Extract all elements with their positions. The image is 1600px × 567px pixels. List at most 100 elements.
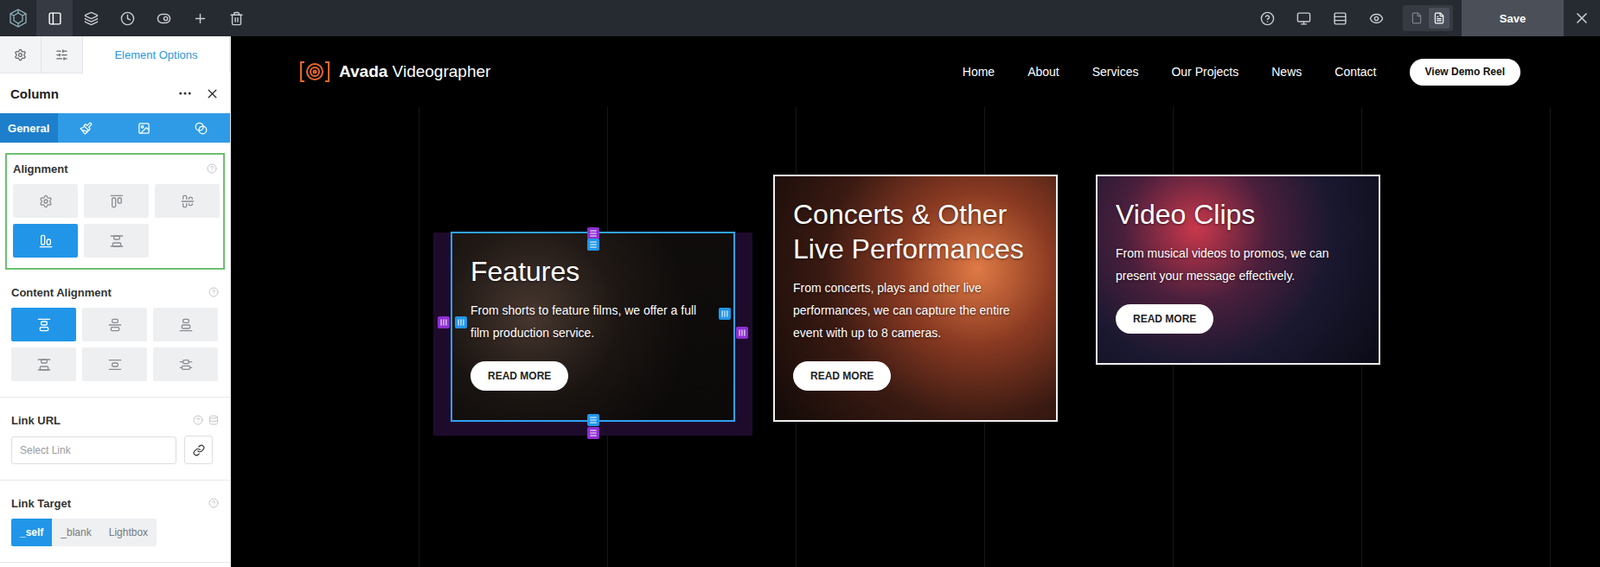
label-row: Link URL (11, 413, 219, 428)
card-text: From shorts to feature films, we offer a… (470, 299, 715, 345)
handle-icon (439, 318, 448, 327)
space-around-icon (108, 358, 122, 372)
link-icon (192, 444, 205, 457)
close-builder-button[interactable] (1563, 0, 1600, 37)
column-handle[interactable] (587, 227, 600, 240)
option-subtab[interactable] (172, 113, 231, 143)
nav-item[interactable]: Home (962, 64, 995, 79)
content-alignment-options (11, 307, 219, 382)
content-alignment-label: Content Alignment (11, 286, 112, 300)
card-text: From musical videos to promos, we can pr… (1115, 242, 1360, 288)
history-icon (120, 11, 135, 26)
link-target-option[interactable]: Lightbox (100, 518, 157, 547)
alignment-option[interactable] (154, 184, 220, 218)
help-icon[interactable] (208, 498, 219, 509)
help-icon[interactable] (192, 415, 204, 426)
auto-icon (38, 194, 53, 209)
label-row: Alignment (12, 161, 218, 176)
column-resize-handle[interactable] (437, 316, 450, 329)
card-title: Features (470, 254, 715, 289)
builder-logo-icon (7, 7, 29, 29)
save-button[interactable]: Save (1461, 0, 1564, 37)
sidebar-tab[interactable]: Element Options (83, 36, 231, 74)
link-target-option[interactable]: _self (11, 518, 52, 547)
handle-icon (588, 229, 598, 238)
read-more-button[interactable]: READ MORE (793, 361, 891, 391)
read-more-button[interactable]: READ MORE (470, 361, 569, 391)
container-resize-handle[interactable] (718, 307, 731, 320)
card-column[interactable]: Concerts & Other Live PerformancesFrom c… (773, 174, 1058, 423)
option-subtab[interactable]: General (0, 113, 58, 143)
option-subtab[interactable] (57, 113, 116, 143)
content-alignment-section: Content Alignment (0, 269, 231, 398)
rows-button[interactable] (1321, 0, 1358, 37)
nav-item[interactable]: About (1027, 64, 1060, 79)
more-button[interactable] (177, 85, 193, 102)
preview-icon (1369, 11, 1384, 26)
builder-logo[interactable] (0, 0, 37, 37)
alignment-option[interactable] (83, 184, 149, 218)
content-alignment-option[interactable] (153, 307, 218, 342)
handle-icon (588, 428, 598, 438)
alignment-option[interactable] (12, 224, 78, 258)
site-logo[interactable]: Avada Videographer (299, 60, 491, 84)
more-icon (177, 85, 193, 102)
history-button[interactable] (108, 0, 146, 37)
nav-item[interactable]: Services (1092, 64, 1140, 79)
site-nav: Home About Services Our Projects News Contact… (962, 58, 1521, 86)
service-card[interactable]: Features From shorts to feature films, we… (450, 231, 736, 423)
link-url-label: Link URL (11, 414, 61, 428)
read-more-button[interactable]: READ MORE (1115, 304, 1214, 334)
sidebar-tab[interactable] (0, 36, 42, 74)
page-mode-group (1402, 5, 1453, 32)
card-column[interactable]: Video ClipsFrom musical videos to promos… (1095, 174, 1381, 365)
help-button[interactable] (1248, 0, 1286, 37)
sidebar-tab[interactable] (41, 36, 84, 74)
handle-icon (737, 328, 747, 338)
content-alignment-option[interactable] (82, 347, 148, 382)
close-panel-button[interactable] (204, 86, 220, 102)
alignment-option[interactable] (12, 184, 78, 218)
service-card[interactable]: Concerts & Other Live PerformancesFrom c… (773, 174, 1058, 423)
content-alignment-option[interactable] (82, 307, 148, 342)
label-icons (208, 287, 219, 298)
design-icon (79, 121, 93, 135)
container-handle[interactable] (587, 414, 600, 427)
card-column[interactable]: Features From shorts to feature films, we… (450, 231, 736, 423)
preview-button[interactable] (1357, 0, 1395, 37)
help-icon[interactable] (208, 287, 219, 298)
desktop-button[interactable] (1285, 0, 1322, 37)
nav-item[interactable]: Our Projects (1171, 64, 1239, 79)
delete-button[interactable] (217, 0, 255, 37)
container-resize-handle[interactable] (454, 316, 468, 329)
dynamic-data-icon[interactable] (208, 415, 219, 426)
blank-page-icon (1410, 12, 1423, 25)
column-resize-handle[interactable] (736, 326, 749, 340)
content-alignment-option[interactable] (11, 307, 77, 342)
content-alignment-option[interactable] (11, 347, 77, 382)
demo-reel-button[interactable]: View Demo Reel (1409, 58, 1521, 86)
card-text: From concerts, plays and other live perf… (793, 276, 1037, 345)
container-handle[interactable] (587, 238, 600, 251)
nav-item[interactable]: Contact (1334, 64, 1376, 79)
option-subtab[interactable] (115, 113, 173, 143)
select-link-button[interactable] (184, 435, 213, 465)
link-target-option[interactable]: _blank (51, 518, 100, 547)
help-icon (1260, 11, 1275, 26)
service-card[interactable]: Video ClipsFrom musical videos to promos… (1095, 174, 1381, 365)
toggles-button[interactable] (145, 0, 182, 37)
blank-mode-button[interactable] (1406, 7, 1428, 29)
link-target-section: Link Target_self_blankLightbox (0, 480, 231, 564)
add-button[interactable] (181, 0, 218, 37)
nav-item[interactable]: News (1271, 64, 1302, 79)
help-icon[interactable] (206, 163, 218, 174)
alignment-option[interactable] (83, 224, 149, 258)
rows-icon (1332, 11, 1348, 26)
panel-button[interactable] (36, 0, 73, 37)
layers-button[interactable] (72, 0, 109, 37)
content-alignment-option[interactable] (153, 347, 218, 382)
column-handle[interactable] (587, 427, 600, 440)
page-mode-button[interactable] (1428, 7, 1450, 29)
panel-title: Column (10, 86, 166, 102)
link-url-input[interactable] (11, 436, 177, 465)
